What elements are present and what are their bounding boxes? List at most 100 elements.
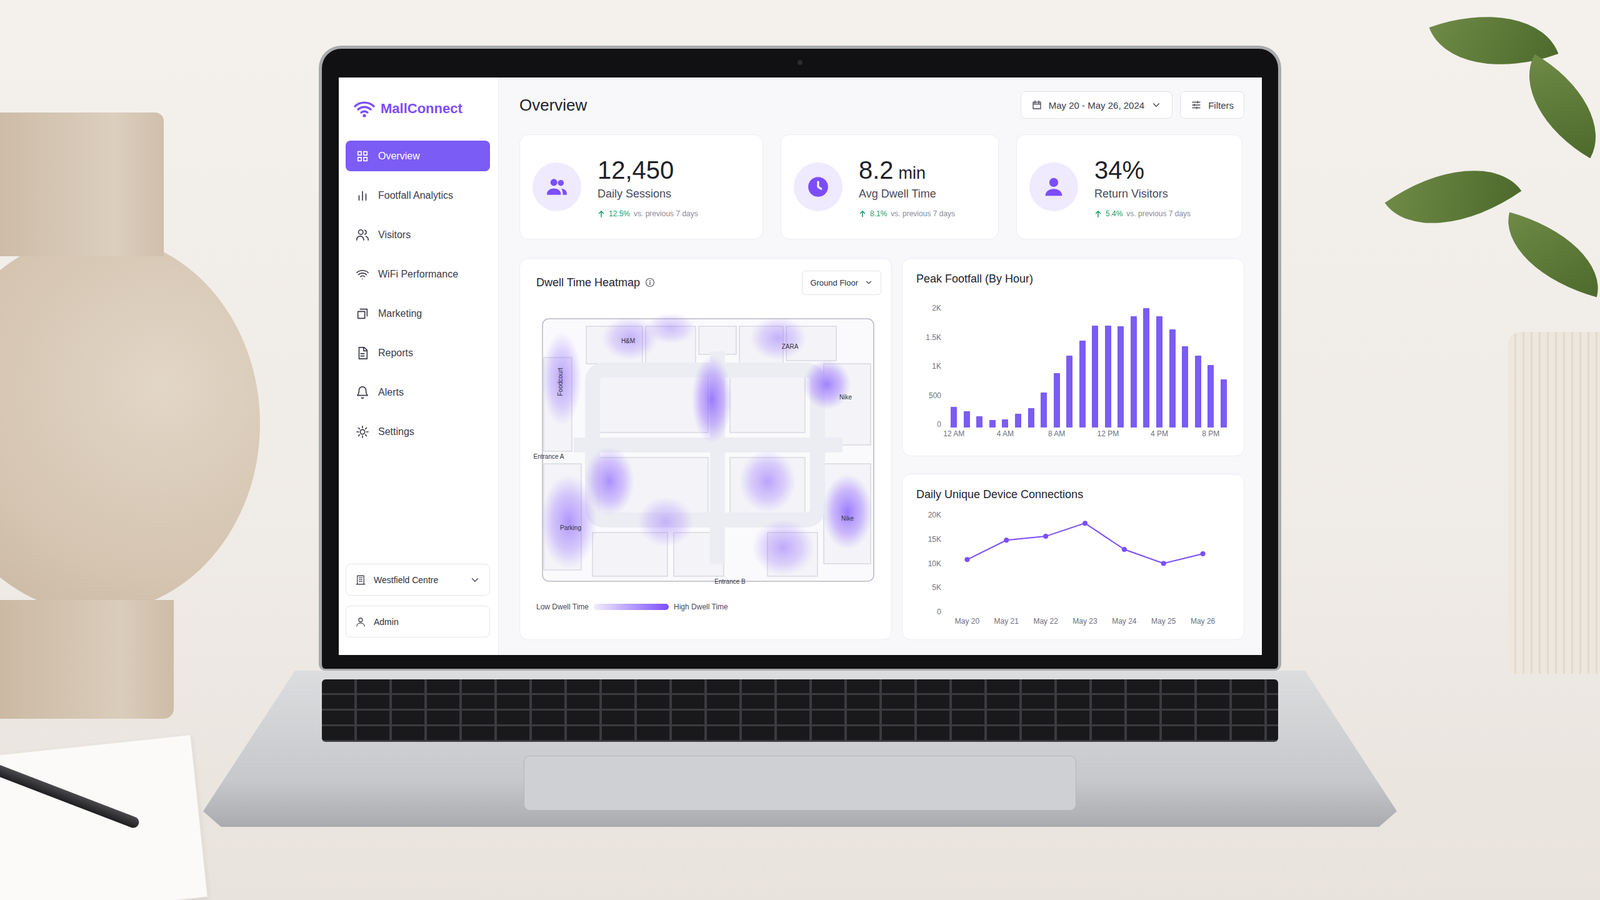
chart-bar (1091, 325, 1099, 428)
sidebar-item-label: Alerts (378, 386, 404, 399)
people-icon (545, 175, 569, 199)
x-tick: 12 PM (1096, 429, 1119, 439)
store-unit (598, 376, 709, 433)
vase (0, 235, 260, 613)
stats-row: 12,450Daily Sessions12.5%vs. previous 7 … (519, 134, 1245, 240)
heat-zone (540, 475, 597, 569)
heat-zone (750, 316, 807, 360)
legend-low: Low Dwell Time (536, 602, 589, 612)
heat-zone (691, 355, 732, 444)
screen: MallConnect Overview Footfall Analytics Vis… (338, 77, 1262, 655)
chart-point (1003, 537, 1009, 543)
stat-card: 8.2minAvg Dwell Time8.1%vs. previous 7 d… (780, 134, 999, 240)
map-label: Entrance A (533, 453, 565, 460)
chart-bar (1105, 325, 1112, 428)
x-tick: May 20 (955, 616, 980, 626)
legend-high: High Dwell Time (673, 602, 729, 612)
sidebar-item-label: Reports (378, 347, 414, 359)
sidebar-item[interactable]: Alerts (345, 376, 490, 408)
arrow-up-icon (597, 210, 605, 218)
chart-bar (1143, 308, 1150, 428)
bar-plot (947, 308, 1230, 425)
map-label: Parking (560, 524, 582, 532)
laptop-base (203, 670, 1397, 827)
bell-icon (355, 385, 370, 400)
floor-select[interactable]: Ground Floor (801, 270, 882, 295)
stat-label: Avg Dwell Time (858, 187, 955, 201)
document-icon (355, 346, 370, 360)
heatmap-legend: Low Dwell Time High Dwell Time (530, 602, 882, 612)
date-range-picker[interactable]: May 20 - May 26, 2024 (1020, 91, 1173, 119)
brand-logo[interactable]: MallConnect (345, 96, 490, 122)
chart-bar (1207, 365, 1214, 428)
chart-point (1161, 561, 1167, 567)
heat-zone (645, 313, 696, 344)
trackpad (523, 755, 1077, 811)
line-plot (947, 515, 1223, 612)
floor-map: H&MZARAFoodcourtNikeEntrance AParkingNik… (530, 313, 880, 589)
photo-scene: MallConnect Overview Footfall Analytics Vis… (0, 0, 1600, 900)
x-tick: May 25 (1151, 616, 1176, 626)
site-select[interactable]: Westfield Centre (345, 563, 490, 596)
y-axis: 20K15K10K5K0 (916, 515, 942, 612)
chart-bar (963, 411, 970, 428)
building-icon (355, 574, 367, 586)
y-tick: 10K (928, 559, 942, 569)
stat-card: 34%Return Visitors5.4%vs. previous 7 day… (1016, 134, 1243, 240)
sidebar-item[interactable]: Marketing (345, 298, 490, 329)
sidebar-item[interactable]: Settings (345, 416, 490, 447)
sidebar-item-label: Marketing (378, 308, 422, 320)
map-label: Entrance B (714, 578, 746, 585)
chart-bar (1015, 413, 1022, 427)
heatmap-card: Dwell Time HeatmapGround FloorH&MZARAFoo… (519, 258, 892, 640)
sliders-icon (1190, 99, 1202, 111)
chart-bar (950, 406, 957, 428)
sidebar-item[interactable]: Footfall Analytics (345, 180, 490, 211)
filters-label: Filters (1208, 100, 1234, 111)
heat-zone (803, 359, 851, 410)
sidebar-item[interactable]: Overview (345, 140, 490, 172)
chart-bar (976, 416, 983, 428)
chart-bar (989, 420, 996, 427)
user-icon (355, 616, 367, 628)
chart-bar (1130, 316, 1137, 428)
chart-bar (1181, 346, 1189, 427)
grid-icon (355, 149, 370, 164)
layers-icon (355, 306, 370, 321)
change-compare: vs. previous 7 days (633, 209, 699, 219)
device-connections-card: Daily Unique Device Connections20K15K10K… (901, 473, 1245, 640)
sidebar-item-label: WiFi Performance (378, 268, 459, 280)
vase-foot (0, 600, 174, 719)
y-axis: 2K1.5K1K5000 (916, 308, 942, 425)
plant-pot (1508, 331, 1600, 674)
x-tick: May 23 (1072, 616, 1097, 626)
chart-bar (1053, 373, 1060, 427)
x-tick: 8 AM (1048, 429, 1065, 439)
sidebar-item[interactable]: Visitors (345, 219, 490, 250)
store-unit (698, 326, 737, 355)
sidebar-item[interactable]: WiFi Performance (345, 258, 490, 290)
user-menu[interactable]: Admin (345, 605, 490, 638)
stat-change: 5.4%vs. previous 7 days (1094, 209, 1191, 219)
user-name: Admin (373, 616, 481, 627)
stat-label: Return Visitors (1094, 187, 1191, 201)
y-tick: 1K (931, 361, 942, 371)
stat-icon-badge (793, 162, 843, 212)
clock-icon (806, 175, 830, 199)
date-range: May 20 - May 26, 2024 (1048, 100, 1145, 111)
chart-bar (1117, 326, 1124, 428)
change-compare: vs. previous 7 days (1126, 209, 1191, 219)
heatmap-title: Dwell Time Heatmap (536, 276, 640, 290)
info-icon[interactable] (645, 277, 655, 288)
stat-icon-badge (1029, 162, 1079, 212)
stat-value: 12,450 (597, 156, 699, 184)
stat-icon-badge (532, 162, 582, 212)
y-tick: 1.5K (925, 333, 942, 342)
x-tick: 4 PM (1150, 429, 1169, 439)
sidebar-item[interactable]: Reports (345, 337, 490, 369)
y-tick: 2K (931, 303, 942, 313)
chevron-down-icon (469, 574, 481, 586)
filters-button[interactable]: Filters (1180, 91, 1245, 119)
person-icon (1041, 175, 1066, 199)
map-label: Nike (839, 393, 852, 401)
